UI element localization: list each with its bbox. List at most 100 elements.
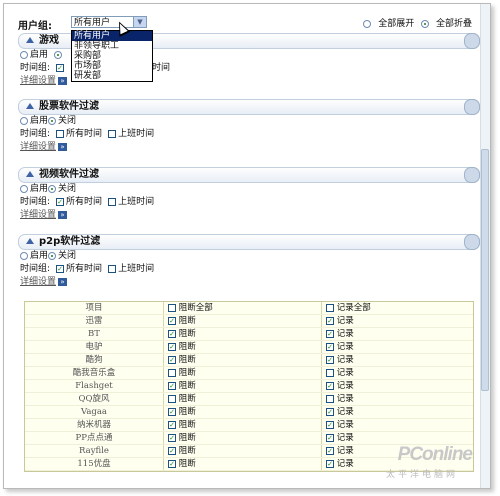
dropdown-option[interactable]: 所有用户 <box>72 31 152 41</box>
all-time-checkbox[interactable]: ✓ <box>56 63 65 72</box>
section-header[interactable]: p2p软件过滤 <box>18 234 480 250</box>
enable-radio[interactable] <box>20 251 28 260</box>
log-label: 记录 <box>336 342 354 352</box>
block-checkbox[interactable]: ✓ <box>168 381 176 390</box>
block-checkbox[interactable]: ✓ <box>168 342 176 351</box>
expand-all-radio[interactable] <box>363 19 372 28</box>
work-time-checkbox[interactable] <box>108 129 117 138</box>
log-checkbox[interactable]: ✓ <box>326 433 334 442</box>
software-name: Flashget <box>75 381 113 391</box>
expand-icon[interactable]: » <box>58 142 68 151</box>
scrollbar-thumb[interactable] <box>481 149 489 391</box>
log-checkbox[interactable]: ✓ <box>326 446 334 455</box>
expand-icon[interactable]: » <box>58 277 68 286</box>
user-group-label: 用户组: <box>18 21 52 32</box>
disable-radio[interactable] <box>48 184 57 193</box>
disable-radio[interactable] <box>54 50 63 59</box>
enable-radio[interactable] <box>20 50 28 59</box>
log-checkbox[interactable]: ✓ <box>326 420 334 429</box>
all-time-label: 所有时间 <box>66 129 103 139</box>
disable-radio[interactable] <box>48 116 57 125</box>
block-checkbox[interactable]: ✓ <box>168 316 176 325</box>
all-time-checkbox[interactable]: ✓ <box>56 264 65 273</box>
block-checkbox[interactable]: ✓ <box>168 433 176 442</box>
work-time-checkbox[interactable] <box>108 197 117 206</box>
collapse-arrow-icon[interactable] <box>26 103 34 109</box>
section-stock-filter: 股票软件过滤 启用 关闭 时间组: 所有时间 上班时间 详细设置» <box>18 99 480 154</box>
block-label: 阻断 <box>178 368 196 378</box>
all-time-checkbox[interactable]: ✓ <box>56 197 65 206</box>
collapse-arrow-icon[interactable] <box>26 37 34 43</box>
log-checkbox[interactable]: ✓ <box>326 407 334 416</box>
dropdown-option[interactable]: 采购部 <box>72 51 152 61</box>
log-checkbox[interactable] <box>326 394 334 403</box>
disable-radio[interactable] <box>48 251 57 260</box>
collapse-arrow-icon[interactable] <box>26 171 34 177</box>
log-checkbox[interactable] <box>326 368 334 377</box>
block-all-checkbox[interactable] <box>168 303 176 312</box>
block-checkbox[interactable]: ✓ <box>168 420 176 429</box>
table-row: Flashget ✓ 阻断 ✓ 记录 <box>25 380 473 393</box>
detail-row: 详细设置» <box>18 141 480 154</box>
log-label: 记录 <box>336 355 354 365</box>
user-group-select[interactable]: 所有用户 ▼ <box>71 16 147 28</box>
detail-settings-link[interactable]: 详细设置 <box>20 277 56 287</box>
user-group-value: 所有用户 <box>74 18 111 28</box>
collapse-all-radio[interactable] <box>421 19 430 28</box>
log-label: 记录 <box>336 368 354 378</box>
log-label: 记录 <box>336 459 354 469</box>
log-checkbox[interactable]: ✓ <box>326 381 334 390</box>
block-checkbox[interactable]: ✓ <box>168 407 176 416</box>
log-checkbox[interactable]: ✓ <box>326 355 334 364</box>
enable-row: 启用 关闭 <box>18 115 480 128</box>
block-label: 阻断 <box>178 420 196 430</box>
log-all-checkbox[interactable] <box>326 303 334 312</box>
collapse-all-label: 全部折叠 <box>435 19 472 29</box>
block-label: 阻断 <box>178 407 196 417</box>
block-checkbox[interactable]: ✓ <box>168 446 176 455</box>
all-time-label: 所有时间 <box>66 197 103 207</box>
detail-settings-link[interactable]: 详细设置 <box>20 142 56 152</box>
section-header[interactable]: 股票软件过滤 <box>18 99 480 115</box>
log-label: 记录 <box>336 381 354 391</box>
enable-radio[interactable] <box>20 116 28 125</box>
block-checkbox[interactable] <box>168 394 176 403</box>
section-title: p2p软件过滤 <box>39 236 101 247</box>
software-name: 酷狗 <box>85 355 103 365</box>
pconline-logo: PConline <box>398 444 473 466</box>
log-checkbox[interactable]: ✓ <box>326 316 334 325</box>
user-group-dropdown[interactable]: 所有用户 非领导职工 采购部 市场部 研发部 <box>71 30 153 82</box>
dropdown-option[interactable]: 市场部 <box>72 61 152 71</box>
detail-row: 详细设置» <box>18 209 480 222</box>
block-checkbox[interactable]: ✓ <box>168 329 176 338</box>
log-checkbox[interactable]: ✓ <box>326 459 334 468</box>
work-time-checkbox[interactable] <box>108 264 117 273</box>
enable-radio[interactable] <box>20 184 28 193</box>
block-checkbox[interactable] <box>168 368 176 377</box>
block-label: 阻断 <box>178 342 196 352</box>
dropdown-option[interactable]: 非领导职工 <box>72 41 152 51</box>
time-group-label: 时间组: <box>20 264 51 274</box>
section-cap <box>464 33 480 49</box>
detail-settings-link[interactable]: 详细设置 <box>20 76 56 86</box>
log-checkbox[interactable]: ✓ <box>326 329 334 338</box>
collapse-arrow-icon[interactable] <box>26 238 34 244</box>
disable-label: 关闭 <box>58 116 77 126</box>
chevron-down-icon[interactable]: ▼ <box>133 17 146 27</box>
vertical-scrollbar[interactable] <box>480 4 490 488</box>
section-header[interactable]: 视频软件过滤 <box>18 167 480 183</box>
time-group-label: 时间组: <box>20 63 51 73</box>
software-name: Vagaa <box>80 407 107 417</box>
time-group-row: 时间组: ✓ 所有时间 上班时间 <box>18 196 480 209</box>
log-label: 记录 <box>336 420 354 430</box>
software-name: PP点点通 <box>75 433 113 443</box>
block-checkbox[interactable]: ✓ <box>168 459 176 468</box>
log-checkbox[interactable]: ✓ <box>326 342 334 351</box>
detail-settings-link[interactable]: 详细设置 <box>20 210 56 220</box>
all-time-checkbox[interactable] <box>56 129 65 138</box>
software-name: 酷我音乐盒 <box>72 368 116 378</box>
block-checkbox[interactable]: ✓ <box>168 355 176 364</box>
expand-icon[interactable]: » <box>58 210 68 219</box>
expand-icon[interactable]: » <box>58 76 68 85</box>
dropdown-option[interactable]: 研发部 <box>72 71 152 81</box>
